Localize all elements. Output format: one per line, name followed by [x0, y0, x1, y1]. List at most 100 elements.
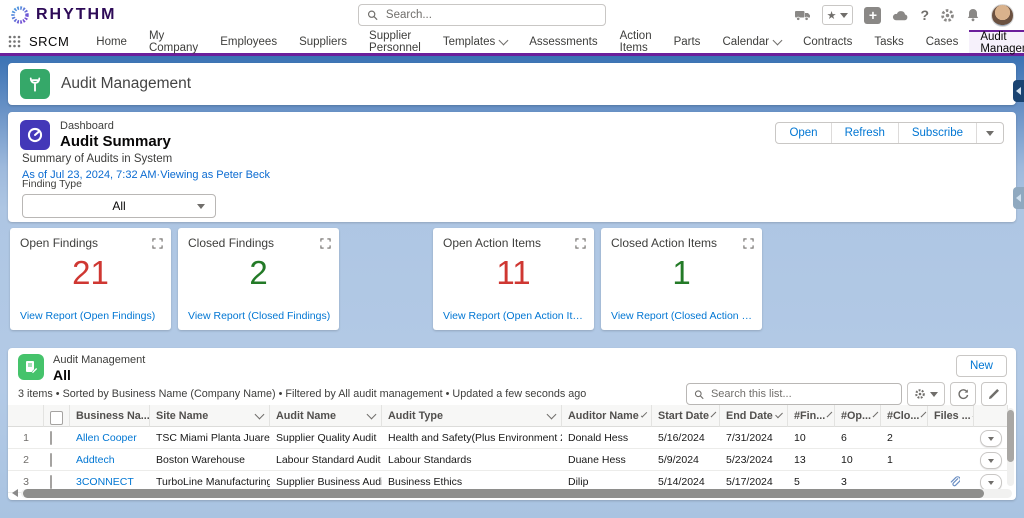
tab-my-company[interactable]: My Company [138, 30, 209, 53]
finding-type-select[interactable]: All [22, 194, 216, 218]
select-all-checkbox[interactable] [50, 411, 63, 425]
expand-icon[interactable] [152, 236, 163, 254]
subscribe-button[interactable]: Subscribe [898, 123, 976, 143]
table-horizontal-scrollbar[interactable] [12, 488, 1012, 498]
auditor-name-cell: Duane Hess [562, 449, 652, 471]
view-report-link[interactable]: View Report (Open Findings) [20, 310, 163, 322]
expand-icon[interactable] [743, 236, 754, 254]
app-navbar: SRCM HomeMy CompanyEmployeesSuppliersSup… [0, 30, 1024, 56]
column-header-site-name[interactable]: Site Name [150, 405, 270, 427]
tab-audit-management[interactable]: Audit Management [969, 30, 1024, 53]
tab-suppliers[interactable]: Suppliers [288, 30, 358, 53]
help-icon[interactable]: ? [920, 7, 929, 23]
truck-icon[interactable] [794, 9, 811, 22]
dashboard-asof[interactable]: As of Jul 23, 2024, 7:32 AM·Viewing as P… [22, 169, 1004, 181]
row-checkbox[interactable] [50, 475, 52, 489]
horizontal-scrollbar-track[interactable] [21, 489, 1012, 498]
row-actions-button[interactable] [980, 452, 1002, 469]
list-entity-label: Audit Management [53, 354, 145, 366]
global-add-button[interactable]: + [864, 7, 881, 24]
list-edit-button[interactable] [981, 382, 1007, 406]
row-select-cell [44, 427, 70, 449]
view-report-link[interactable]: View Report (Closed Findings) [188, 310, 331, 322]
chevron-down-icon [711, 411, 717, 417]
metric-cards: Open Findings21View Report (Open Finding… [10, 228, 1024, 330]
vertical-scrollbar-thumb[interactable] [1007, 410, 1014, 462]
view-report-link[interactable]: View Report (Open Action Items - Findin.… [443, 310, 586, 322]
column-header-audit-name[interactable]: Audit Name [270, 405, 382, 427]
business-name-link[interactable]: Addtech [70, 449, 150, 471]
closed-count-cell: 2 [881, 427, 928, 449]
scroll-left-arrow[interactable] [12, 489, 18, 497]
list-view-name[interactable]: All [53, 367, 145, 383]
column-header-label: Files ... [934, 405, 971, 427]
business-name-link[interactable]: Allen Cooper [70, 427, 150, 449]
favorites-button[interactable]: ★ [822, 5, 854, 25]
search-icon [694, 389, 704, 400]
collapse-panel-handle[interactable] [1013, 80, 1024, 102]
chevron-down-icon [499, 35, 509, 45]
setup-gear-icon[interactable] [940, 8, 955, 23]
tab-tasks[interactable]: Tasks [863, 30, 914, 53]
column-header-label: Business Na... [76, 405, 150, 427]
row-actions-cell [974, 427, 1008, 449]
expand-icon[interactable] [575, 236, 586, 254]
row-checkbox[interactable] [50, 453, 52, 467]
column-header-label: #Op... [841, 405, 871, 427]
row-checkbox[interactable] [50, 431, 52, 445]
column-header-audit-type[interactable]: Audit Type [382, 405, 562, 427]
tab-supplier-personnel[interactable]: Supplier Personnel [358, 30, 432, 53]
dashboard-side-handle[interactable] [1013, 187, 1024, 209]
column-header-fin[interactable]: #Fin... [788, 405, 835, 427]
app-launcher-waffle-icon[interactable] [8, 30, 21, 53]
tab-action-items[interactable]: Action Items [609, 30, 663, 53]
tab-calendar[interactable]: Calendar [711, 30, 792, 53]
tab-label: Tasks [874, 36, 903, 48]
tab-assessments[interactable]: Assessments [518, 30, 608, 53]
tab-label: Parts [674, 36, 701, 48]
tab-cases[interactable]: Cases [915, 30, 970, 53]
list-refresh-button[interactable] [950, 382, 976, 406]
gear-icon [914, 388, 926, 400]
user-avatar[interactable] [991, 4, 1014, 27]
table-vertical-scrollbar[interactable] [1007, 408, 1014, 486]
refresh-button[interactable]: Refresh [831, 123, 898, 143]
metric-card-title: Open Action Items [443, 236, 584, 250]
row-actions-button[interactable] [980, 430, 1002, 447]
tab-templates[interactable]: Templates [432, 30, 518, 53]
open-button[interactable]: Open [776, 123, 830, 143]
column-header-op[interactable]: #Op... [835, 405, 881, 427]
dashboard-more-actions-button[interactable] [976, 123, 1003, 143]
list-search-input[interactable] [709, 387, 894, 401]
global-search[interactable] [358, 4, 606, 26]
column-header-end-date[interactable]: End Date [720, 405, 788, 427]
header-actions: ★ + ? [794, 4, 1014, 27]
column-header-clo[interactable]: #Clo... [881, 405, 928, 427]
new-button[interactable]: New [956, 355, 1007, 377]
caret-down-icon [988, 459, 994, 463]
view-report-link[interactable]: View Report (Closed Action Items - Findi… [611, 310, 754, 322]
guidance-cloud-icon[interactable] [892, 9, 909, 22]
horizontal-scrollbar-thumb[interactable] [23, 489, 984, 498]
tab-home[interactable]: Home [85, 30, 138, 53]
notifications-bell-icon[interactable] [966, 8, 980, 22]
tab-contracts[interactable]: Contracts [792, 30, 863, 53]
column-header-auditor-name[interactable]: Auditor Name [562, 405, 652, 427]
tab-label: Employees [220, 36, 277, 48]
column-header-files[interactable]: Files ... [928, 405, 974, 427]
list-settings-button[interactable] [907, 382, 945, 406]
metric-card-closed-findings: Closed Findings2View Report (Closed Find… [178, 228, 339, 330]
column-header-business-na[interactable]: Business Na...↓ [70, 405, 150, 427]
findings-count-cell: 13 [788, 449, 835, 471]
metric-value: 21 [20, 254, 161, 292]
page-title: Audit Management [61, 75, 191, 93]
dashboard-panel: Dashboard Audit Summary Summary of Audit… [8, 112, 1016, 222]
metric-card-open-findings: Open Findings21View Report (Open Finding… [10, 228, 171, 330]
tab-label: Calendar [722, 36, 769, 48]
global-search-input[interactable] [384, 8, 597, 22]
column-header-start-date[interactable]: Start Date [652, 405, 720, 427]
expand-icon[interactable] [320, 236, 331, 254]
tab-employees[interactable]: Employees [209, 30, 288, 53]
tab-parts[interactable]: Parts [663, 30, 712, 53]
list-search[interactable] [686, 383, 902, 405]
